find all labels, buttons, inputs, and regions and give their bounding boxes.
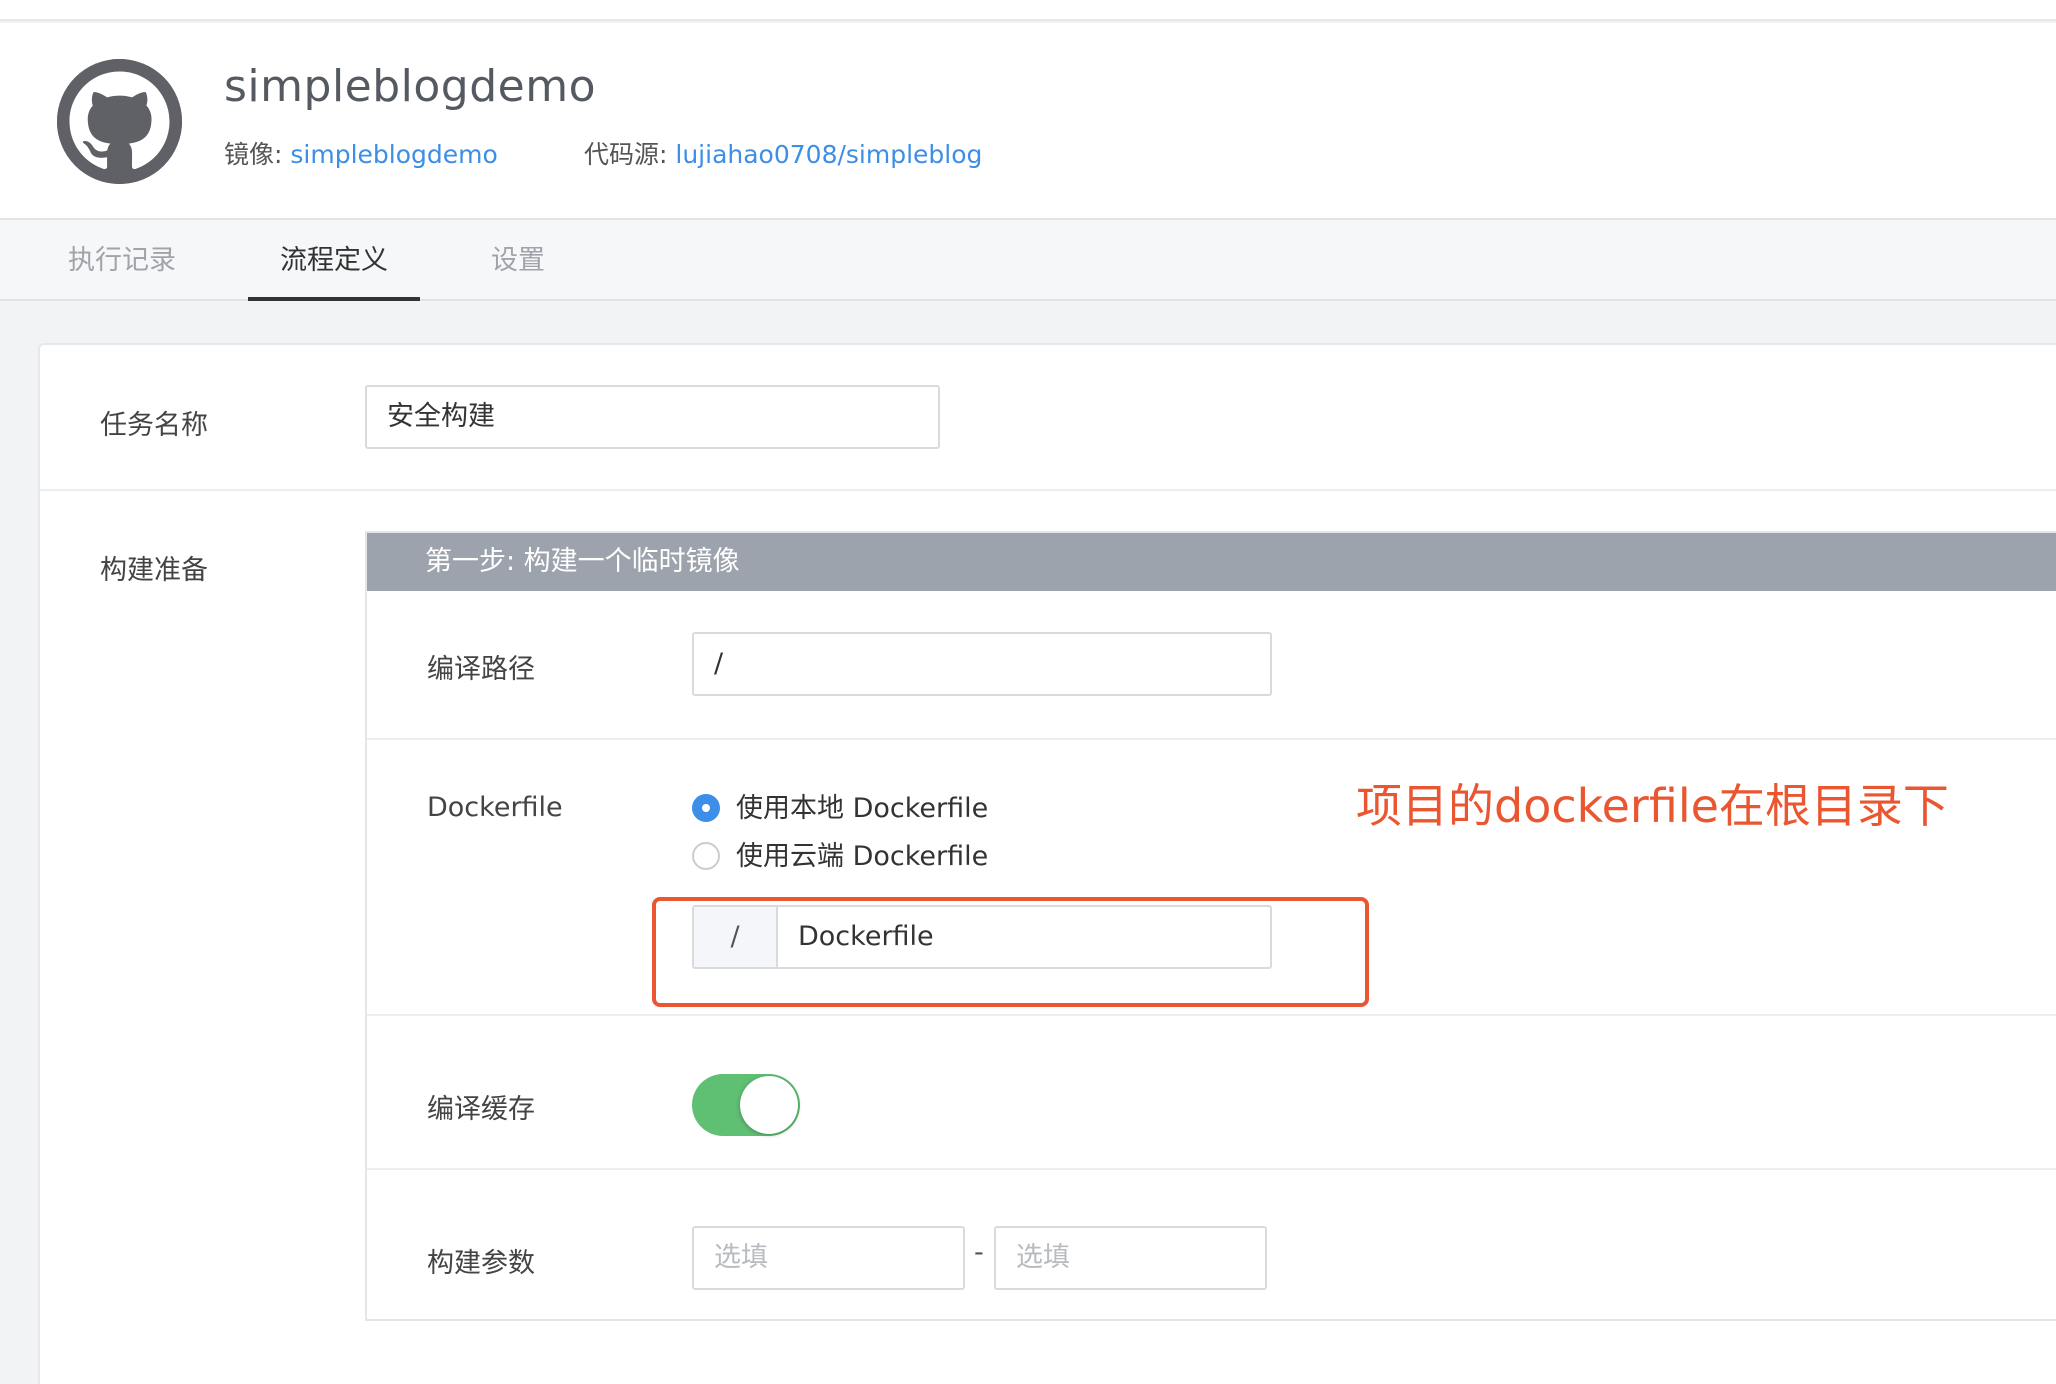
divider (367, 1014, 2056, 1016)
github-octocat-icon (57, 59, 182, 184)
repo-header: simpleblogdemo 镜像: simpleblogdemo 代码源: l… (0, 23, 2056, 218)
tab-bar: 执行记录 流程定义 设置 (0, 218, 2056, 301)
radio-unchecked-icon (692, 842, 720, 870)
top-bar (0, 0, 2056, 21)
param-value-input[interactable]: 选填 (994, 1226, 1267, 1290)
radio-cloud-label: 使用云端 Dockerfile (736, 841, 989, 872)
compile-cache-label: 编译缓存 (427, 1094, 535, 1125)
source-meta-label: 代码源: (584, 140, 668, 169)
param-key-input[interactable]: 选填 (692, 1226, 965, 1290)
image-link[interactable]: simpleblogdemo (290, 140, 497, 169)
github-icon (57, 59, 182, 184)
divider (367, 1168, 2056, 1170)
repo-title: simpleblogdemo (224, 61, 597, 112)
annotation-highlight-box (652, 897, 1369, 1007)
radio-checked-icon (692, 794, 720, 822)
annotation-text: 项目的dockerfile在根目录下 (1356, 779, 1949, 833)
image-meta: 镜像: simpleblogdemo (224, 135, 498, 171)
compile-path-label: 编译路径 (427, 654, 535, 685)
task-name-input[interactable]: 安全构建 (365, 385, 940, 449)
divider (367, 738, 2056, 740)
tab-pipeline-definition[interactable]: 流程定义 (248, 220, 420, 301)
tab-settings[interactable]: 设置 (490, 220, 546, 301)
source-link[interactable]: lujiahao0708/simpleblog (675, 140, 982, 169)
radio-local-label: 使用本地 Dockerfile (736, 793, 989, 824)
param-separator: - (974, 1237, 984, 1268)
step-header: 第一步: 构建一个临时镜像 (367, 533, 2056, 591)
image-meta-label: 镜像: (224, 140, 283, 169)
build-params-label: 构建参数 (427, 1248, 535, 1279)
build-prep-label: 构建准备 (100, 555, 208, 586)
dockerfile-label: Dockerfile (427, 792, 563, 823)
toggle-knob (740, 1076, 798, 1134)
compile-cache-toggle[interactable] (692, 1074, 800, 1136)
compile-path-input[interactable]: / (692, 632, 1272, 696)
form-panel: 任务名称 安全构建 构建准备 第一步: 构建一个临时镜像 编译路径 / Dock… (38, 343, 2056, 1384)
tab-execution-records[interactable]: 执行记录 (66, 220, 178, 301)
task-name-label: 任务名称 (100, 410, 208, 441)
source-meta: 代码源: lujiahao0708/simpleblog (584, 135, 982, 171)
divider (40, 489, 2056, 491)
